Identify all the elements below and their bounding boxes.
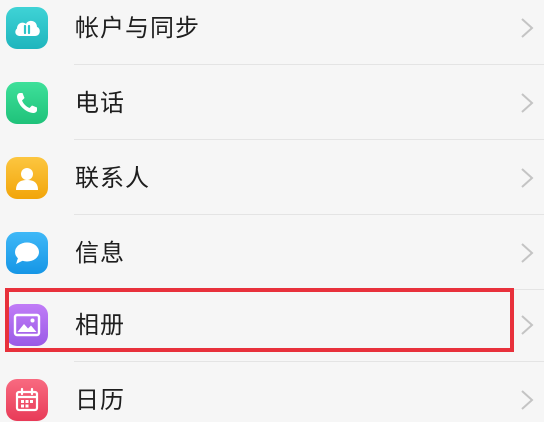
settings-list: 帐户与同步 电话 联系人 信息 相册 日历: [0, 0, 544, 422]
calendar-icon: [6, 378, 48, 421]
settings-item-label: 相册: [75, 310, 125, 339]
settings-item-contacts[interactable]: 联系人: [0, 140, 544, 215]
settings-item-label: 日历: [75, 385, 125, 414]
cloud-sync-icon: [6, 6, 48, 49]
chevron-right-icon: [521, 17, 534, 38]
settings-item-label: 帐户与同步: [75, 13, 200, 42]
settings-item-account-sync[interactable]: 帐户与同步: [0, 0, 544, 65]
settings-item-label: 联系人: [75, 163, 150, 192]
settings-item-label: 电话: [75, 88, 125, 117]
settings-item-phone[interactable]: 电话: [0, 65, 544, 140]
message-bubble-icon: [6, 231, 48, 274]
chevron-right-icon: [521, 167, 534, 188]
chevron-right-icon: [521, 314, 534, 335]
chevron-right-icon: [521, 242, 534, 263]
photo-album-icon: [6, 303, 48, 346]
settings-item-label: 信息: [75, 238, 125, 267]
contact-person-icon: [6, 156, 48, 199]
settings-item-calendar[interactable]: 日历: [0, 362, 544, 422]
settings-item-album[interactable]: 相册: [0, 287, 544, 362]
phone-icon: [6, 81, 48, 124]
settings-item-messages[interactable]: 信息: [0, 215, 544, 290]
chevron-right-icon: [521, 389, 534, 410]
chevron-right-icon: [521, 92, 534, 113]
